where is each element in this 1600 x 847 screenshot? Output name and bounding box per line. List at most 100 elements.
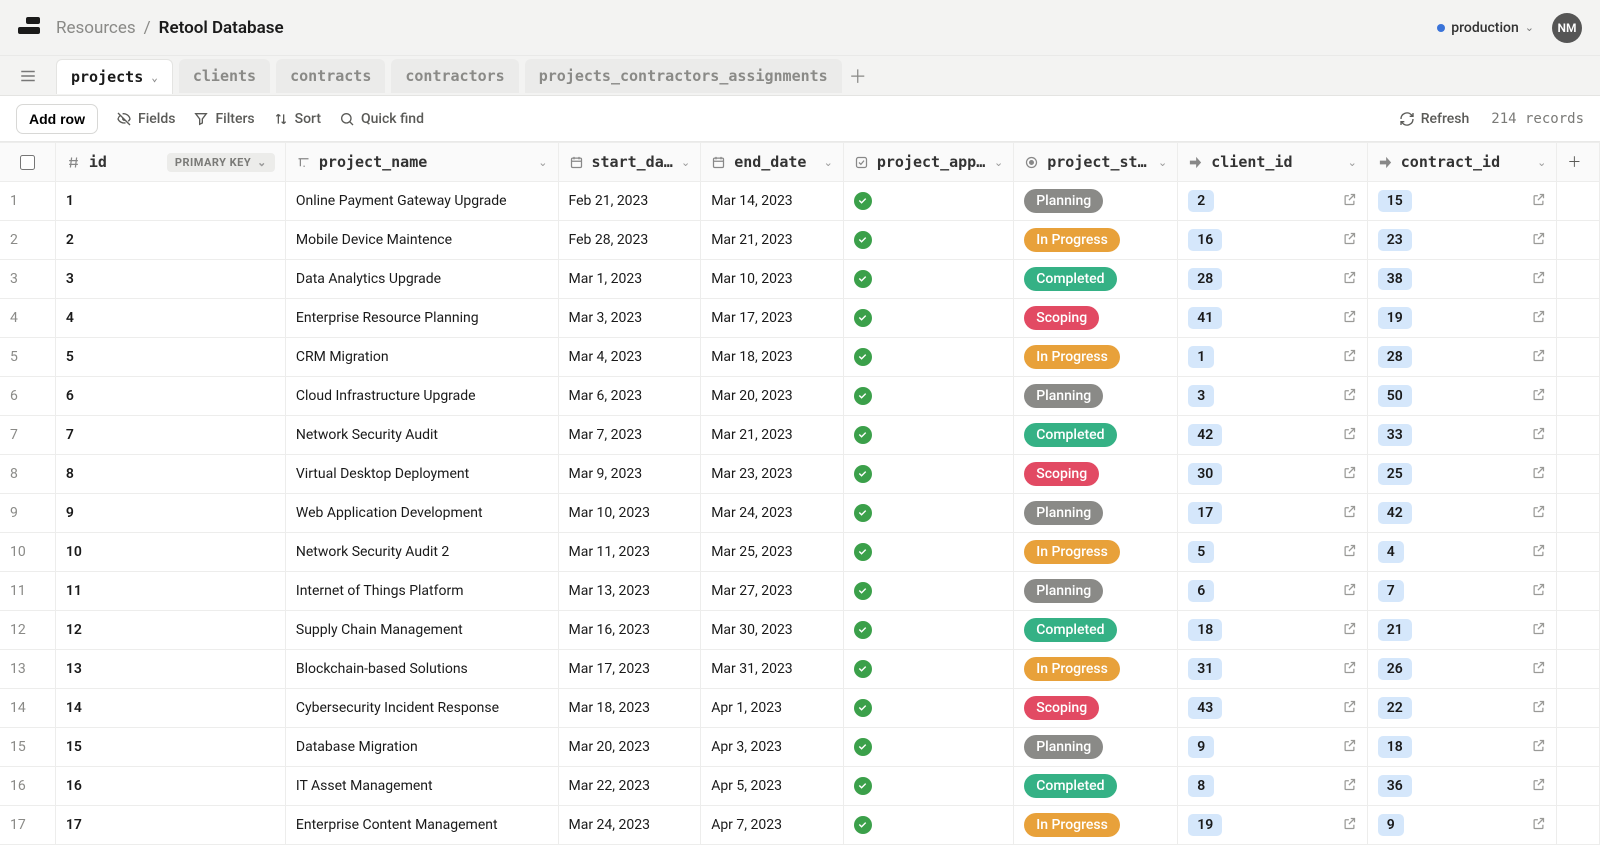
cell-id[interactable]: 2 [55,221,285,260]
table-row[interactable]: 88Virtual Desktop DeploymentMar 9, 2023M… [0,455,1600,494]
cell-client-id[interactable]: 19 [1178,806,1368,845]
cell-id[interactable]: 5 [55,338,285,377]
cell-contract-id[interactable]: 25 [1367,455,1557,494]
cell-status[interactable]: Scoping [1014,299,1178,338]
cell-end-date[interactable]: Mar 31, 2023 [701,650,844,689]
cell-contract-id[interactable]: 15 [1367,182,1557,221]
external-link-icon[interactable] [1342,465,1357,484]
table-row[interactable]: 1111Internet of Things PlatformMar 13, 2… [0,572,1600,611]
cell-project-name[interactable]: Data Analytics Upgrade [285,260,558,299]
cell-approved[interactable] [843,494,1013,533]
cell-client-id[interactable]: 2 [1178,182,1368,221]
cell-status[interactable]: Completed [1014,260,1178,299]
external-link-icon[interactable] [1342,738,1357,757]
cell-client-id[interactable]: 3 [1178,377,1368,416]
cell-contract-id[interactable]: 28 [1367,338,1557,377]
cell-client-id[interactable]: 43 [1178,689,1368,728]
cell-project-name[interactable]: CRM Migration [285,338,558,377]
cell-approved[interactable] [843,260,1013,299]
cell-id[interactable]: 14 [55,689,285,728]
external-link-icon[interactable] [1531,387,1546,406]
cell-status[interactable]: In Progress [1014,533,1178,572]
table-row[interactable]: 44Enterprise Resource PlanningMar 3, 202… [0,299,1600,338]
cell-start-date[interactable]: Mar 24, 2023 [558,806,701,845]
cell-end-date[interactable]: Mar 30, 2023 [701,611,844,650]
cell-end-date[interactable]: Apr 5, 2023 [701,767,844,806]
avatar[interactable]: NM [1552,13,1582,43]
cell-end-date[interactable]: Mar 23, 2023 [701,455,844,494]
cell-id[interactable]: 17 [55,806,285,845]
cell-client-id[interactable]: 1 [1178,338,1368,377]
cell-id[interactable]: 16 [55,767,285,806]
cell-approved[interactable] [843,455,1013,494]
cell-project-name[interactable]: Supply Chain Management [285,611,558,650]
cell-status[interactable]: Scoping [1014,689,1178,728]
external-link-icon[interactable] [1531,621,1546,640]
column-header-end-date[interactable]: end_date ⌄ [701,143,844,182]
cell-status[interactable]: In Progress [1014,221,1178,260]
cell-client-id[interactable]: 17 [1178,494,1368,533]
cell-approved[interactable] [843,182,1013,221]
cell-project-name[interactable]: Enterprise Content Management [285,806,558,845]
cell-end-date[interactable]: Mar 21, 2023 [701,416,844,455]
cell-client-id[interactable]: 6 [1178,572,1368,611]
cell-project-name[interactable]: IT Asset Management [285,767,558,806]
external-link-icon[interactable] [1342,660,1357,679]
external-link-icon[interactable] [1531,465,1546,484]
cell-contract-id[interactable]: 50 [1367,377,1557,416]
cell-project-name[interactable]: Cybersecurity Incident Response [285,689,558,728]
table-row[interactable]: 1717Enterprise Content ManagementMar 24,… [0,806,1600,845]
cell-contract-id[interactable]: 18 [1367,728,1557,767]
cell-id[interactable]: 13 [55,650,285,689]
cell-start-date[interactable]: Mar 10, 2023 [558,494,701,533]
cell-start-date[interactable]: Mar 9, 2023 [558,455,701,494]
environment-selector[interactable]: production ⌄ [1437,20,1534,36]
column-header-start-date[interactable]: start_da… ⌄ [558,143,701,182]
cell-approved[interactable] [843,416,1013,455]
tab-clients[interactable]: clients [179,59,270,93]
cell-approved[interactable] [843,767,1013,806]
cell-contract-id[interactable]: 23 [1367,221,1557,260]
external-link-icon[interactable] [1342,387,1357,406]
cell-approved[interactable] [843,377,1013,416]
cell-start-date[interactable]: Mar 22, 2023 [558,767,701,806]
app-logo[interactable] [18,17,40,39]
cell-contract-id[interactable]: 19 [1367,299,1557,338]
cell-start-date[interactable]: Mar 17, 2023 [558,650,701,689]
cell-approved[interactable] [843,650,1013,689]
cell-client-id[interactable]: 9 [1178,728,1368,767]
external-link-icon[interactable] [1531,777,1546,796]
cell-client-id[interactable]: 31 [1178,650,1368,689]
external-link-icon[interactable] [1531,192,1546,211]
cell-client-id[interactable]: 28 [1178,260,1368,299]
external-link-icon[interactable] [1531,426,1546,445]
cell-status[interactable]: Planning [1014,494,1178,533]
cell-approved[interactable] [843,299,1013,338]
cell-project-name[interactable]: Internet of Things Platform [285,572,558,611]
cell-client-id[interactable]: 8 [1178,767,1368,806]
table-row[interactable]: 55CRM MigrationMar 4, 2023Mar 18, 2023In… [0,338,1600,377]
cell-approved[interactable] [843,221,1013,260]
table-row[interactable]: 66Cloud Infrastructure UpgradeMar 6, 202… [0,377,1600,416]
add-column-button[interactable]: ＋ [1557,143,1600,182]
cell-id[interactable]: 6 [55,377,285,416]
cell-start-date[interactable]: Mar 6, 2023 [558,377,701,416]
cell-end-date[interactable]: Mar 25, 2023 [701,533,844,572]
external-link-icon[interactable] [1342,426,1357,445]
cell-contract-id[interactable]: 4 [1367,533,1557,572]
tab-contracts[interactable]: contracts [276,59,385,93]
tab-contractors[interactable]: contractors [391,59,518,93]
cell-contract-id[interactable]: 36 [1367,767,1557,806]
cell-end-date[interactable]: Mar 17, 2023 [701,299,844,338]
cell-id[interactable]: 7 [55,416,285,455]
add-tab-button[interactable]: ＋ [842,60,874,92]
cell-project-name[interactable]: Mobile Device Maintence [285,221,558,260]
cell-approved[interactable] [843,611,1013,650]
cell-start-date[interactable]: Mar 13, 2023 [558,572,701,611]
table-row[interactable]: 1515Database MigrationMar 20, 2023Apr 3,… [0,728,1600,767]
cell-client-id[interactable]: 18 [1178,611,1368,650]
column-header-client-id[interactable]: client_id ⌄ [1178,143,1368,182]
breadcrumb-root[interactable]: Resources [56,18,136,38]
cell-start-date[interactable]: Feb 21, 2023 [558,182,701,221]
cell-client-id[interactable]: 42 [1178,416,1368,455]
